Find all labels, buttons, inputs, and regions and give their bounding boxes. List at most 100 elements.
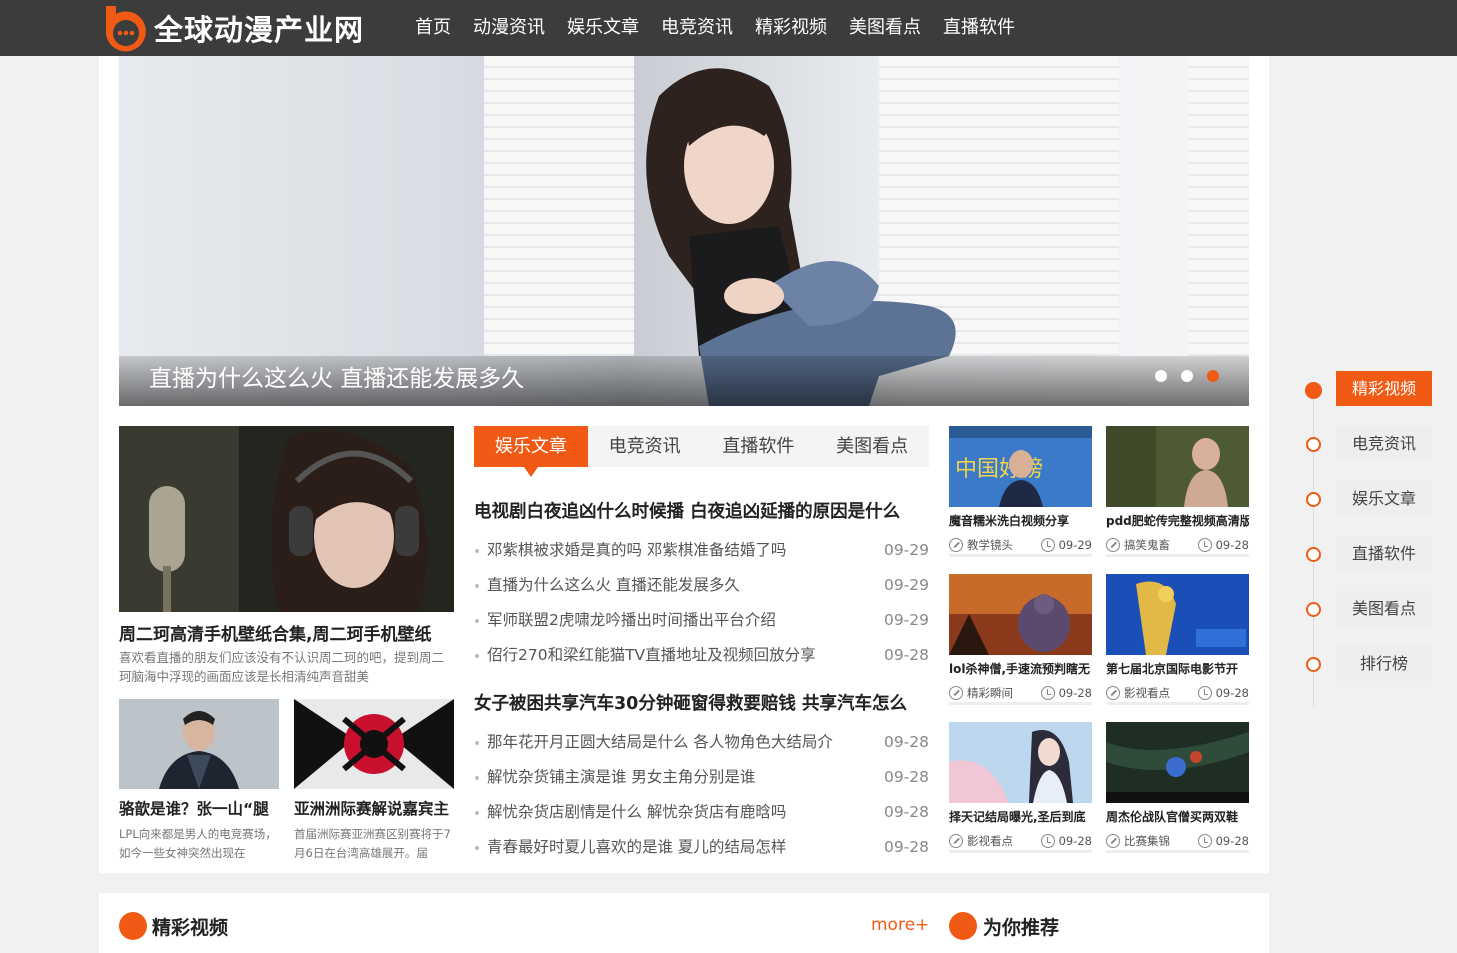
side-nav-live-software[interactable]: 直播软件: [1336, 536, 1432, 571]
news-item-title[interactable]: 解忧杂货铺主演是谁 男女主角分别是谁: [474, 760, 755, 795]
video-category[interactable]: 影视看点: [949, 831, 1013, 850]
video-card[interactable]: 第七届北京国际电影节开 影视看点 09-28: [1106, 574, 1249, 706]
banner-dot-active[interactable]: [1207, 370, 1219, 382]
video-thumbnail[interactable]: [949, 574, 1092, 655]
tab-live-software[interactable]: 直播软件: [702, 426, 816, 467]
video-title[interactable]: 魔音糯米洗白视频分享: [949, 512, 1092, 530]
pencil-icon: [949, 685, 963, 700]
video-thumbnail[interactable]: [1106, 574, 1249, 655]
news-item-title[interactable]: 佋行270和梁红能猫TV直播地址及视频回放分享: [474, 638, 816, 673]
banner-person-illustration: [646, 68, 956, 406]
tab-entertainment[interactable]: 娱乐文章: [474, 426, 588, 477]
news-item[interactable]: 邓紫棋被求婚是真的吗 邓紫棋准备结婚了吗 09-29: [474, 533, 929, 568]
main-nav: 首页 动漫资讯 娱乐文章 电竞资讯 精彩视频 美图看点 直播软件: [404, 0, 1026, 56]
news-item[interactable]: 解忧杂货铺主演是谁 男女主角分别是谁 09-28: [474, 760, 929, 795]
video-category[interactable]: 教学镜头: [949, 535, 1013, 554]
featured-desc: 喜欢看直播的朋友们应该没有不认识周二珂的吧，提到周二珂脑海中浮现的画面应该是长相…: [119, 650, 445, 684]
news-item-date: 09-29: [883, 611, 929, 629]
news-item-title[interactable]: 那年花开月正圆大结局是什么 各人物角色大结局介: [474, 725, 833, 760]
video-category[interactable]: 精彩瞬间: [949, 683, 1013, 702]
video-category[interactable]: 搞笑鬼畜: [1106, 535, 1170, 554]
news-item[interactable]: 直播为什么这么火 直播还能发展多久 09-29: [474, 568, 929, 603]
video-meta: 影视看点 09-28: [1106, 683, 1249, 705]
nav-pictures[interactable]: 美图看点: [838, 0, 932, 56]
banner-title[interactable]: 直播为什么这么火 直播还能发展多久: [149, 359, 524, 393]
clock-icon: [1197, 833, 1212, 848]
video-title[interactable]: 第七届北京国际电影节开: [1106, 660, 1249, 678]
clock-icon: [1197, 537, 1212, 552]
news-headline[interactable]: 电视剧白夜追凶什么时候播 白夜追凶延播的原因是什么: [474, 498, 929, 523]
video-thumbnail[interactable]: 中国好榜: [949, 426, 1092, 507]
news-item-title[interactable]: 直播为什么这么火 直播还能发展多久: [474, 568, 740, 603]
video-date: 09-28: [1197, 535, 1249, 554]
video-date: 09-28: [1040, 831, 1092, 850]
post-desc: LPL向来都是男人的电竞赛场，如今一些女神突然出现在: [119, 827, 277, 860]
news-item-title[interactable]: 军师联盟2虎啸龙吟播出时间播出平台介绍: [474, 603, 776, 638]
side-nav-videos[interactable]: 精彩视频: [1336, 371, 1432, 406]
news-item[interactable]: 解忧杂货店剧情是什么 解忧杂货店有鹿晗吗 09-28: [474, 795, 929, 830]
nav-live-software[interactable]: 直播软件: [932, 0, 1026, 56]
news-list: 那年花开月正圆大结局是什么 各人物角色大结局介 09-28 解忧杂货铺主演是谁 男…: [474, 725, 929, 865]
news-item-date: 09-28: [883, 838, 929, 856]
video-date: 09-28: [1197, 683, 1249, 702]
news-item[interactable]: 那年花开月正圆大结局是什么 各人物角色大结局介 09-28: [474, 725, 929, 760]
video-meta: 教学镜头 09-29: [949, 535, 1092, 557]
news-item[interactable]: 佋行270和梁红能猫TV直播地址及视频回放分享 09-28: [474, 638, 929, 673]
news-item-date: 09-28: [883, 768, 929, 786]
news-item[interactable]: 青春最好时夏儿喜欢的是谁 夏儿的结局怎样 09-28: [474, 830, 929, 865]
timeline-dot: [1306, 547, 1321, 562]
banner-dot[interactable]: [1155, 370, 1167, 382]
category-tabs: 娱乐文章 电竞资讯 直播软件 美图看点: [474, 426, 929, 477]
video-card[interactable]: pdd肥蛇传完整视频高清版 搞笑鬼畜 09-28: [1106, 426, 1249, 558]
video-thumbnail[interactable]: [1106, 722, 1249, 803]
news-item-date: 09-28: [883, 803, 929, 821]
news-item-title[interactable]: 解忧杂货店剧情是什么 解忧杂货店有鹿晗吗: [474, 795, 786, 830]
video-thumbnail[interactable]: [1106, 426, 1249, 507]
side-nav-ranking[interactable]: 排行榜: [1336, 646, 1432, 681]
pencil-icon: [1106, 537, 1120, 552]
banner-dot[interactable]: [1181, 370, 1193, 382]
video-category[interactable]: 影视看点: [1106, 683, 1170, 702]
news-item[interactable]: 军师联盟2虎啸龙吟播出时间播出平台介绍 09-29: [474, 603, 929, 638]
nav-anime-news[interactable]: 动漫资讯: [462, 0, 556, 56]
video-date: 09-28: [1197, 831, 1249, 850]
post-image[interactable]: [294, 699, 454, 789]
post-desc: 首届洲际赛亚洲赛区别赛将于7月6日在台湾高雄展开。届: [294, 827, 451, 860]
nav-entertainment[interactable]: 娱乐文章: [556, 0, 650, 56]
side-nav-esports[interactable]: 电竞资讯: [1336, 426, 1432, 461]
video-card[interactable]: lol杀神僧,手速流预判瞎无 精彩瞬间 09-28: [949, 574, 1092, 706]
pencil-icon: [1106, 833, 1120, 848]
timeline-dot: [1306, 657, 1321, 672]
video-title[interactable]: lol杀神僧,手速流预判瞎无: [949, 660, 1092, 678]
video-title[interactable]: 周杰伦战队官僧买两双鞋: [1106, 808, 1249, 826]
site-logo[interactable]: 全球动漫产业网: [100, 2, 364, 54]
nav-home[interactable]: 首页: [404, 0, 462, 56]
news-item-title[interactable]: 青春最好时夏儿喜欢的是谁 夏儿的结局怎样: [474, 830, 786, 865]
side-nav-entertainment[interactable]: 娱乐文章: [1336, 481, 1432, 516]
more-link[interactable]: more+: [871, 915, 929, 935]
video-card[interactable]: 中国好榜 魔音糯米洗白视频分享 教学镜头 09-29: [949, 426, 1092, 558]
tab-esports[interactable]: 电竞资讯: [588, 426, 702, 467]
nav-videos[interactable]: 精彩视频: [744, 0, 838, 56]
post-title[interactable]: 亚洲洲际赛解说嘉宾主: [294, 797, 457, 819]
video-category[interactable]: 比赛集锦: [1106, 831, 1170, 850]
news-headline[interactable]: 女子被困共享汽车30分钟砸窗得救要赔钱 共享汽车怎么: [474, 690, 929, 715]
pencil-icon: [1106, 685, 1120, 700]
video-card[interactable]: 择天记结局曝光,圣后到底 影视看点 09-28: [949, 722, 1092, 854]
video-card[interactable]: 周杰伦战队官僧买两双鞋 比赛集锦 09-28: [1106, 722, 1249, 854]
tab-pictures[interactable]: 美图看点: [815, 426, 929, 467]
featured-image[interactable]: [119, 426, 454, 612]
post-image[interactable]: [119, 699, 279, 789]
video-meta: 影视看点 09-28: [949, 831, 1092, 853]
news-item-title[interactable]: 邓紫棋被求婚是真的吗 邓紫棋准备结婚了吗: [474, 533, 786, 568]
video-title[interactable]: pdd肥蛇传完整视频高清版: [1106, 512, 1249, 530]
video-title[interactable]: 择天记结局曝光,圣后到底: [949, 808, 1092, 826]
featured-title[interactable]: 周二珂高清手机壁纸合集,周二珂手机壁纸: [119, 620, 459, 645]
nav-esports[interactable]: 电竞资讯: [650, 0, 744, 56]
banner-slider[interactable]: 直播为什么这么火 直播还能发展多久: [119, 56, 1249, 406]
video-thumbnail[interactable]: [949, 722, 1092, 803]
side-nav-pictures[interactable]: 美图看点: [1336, 591, 1432, 626]
video-camera-icon: [119, 912, 147, 940]
clock-icon: [1197, 685, 1212, 700]
post-title[interactable]: 骆歆是谁？张一山“腿: [119, 797, 282, 819]
